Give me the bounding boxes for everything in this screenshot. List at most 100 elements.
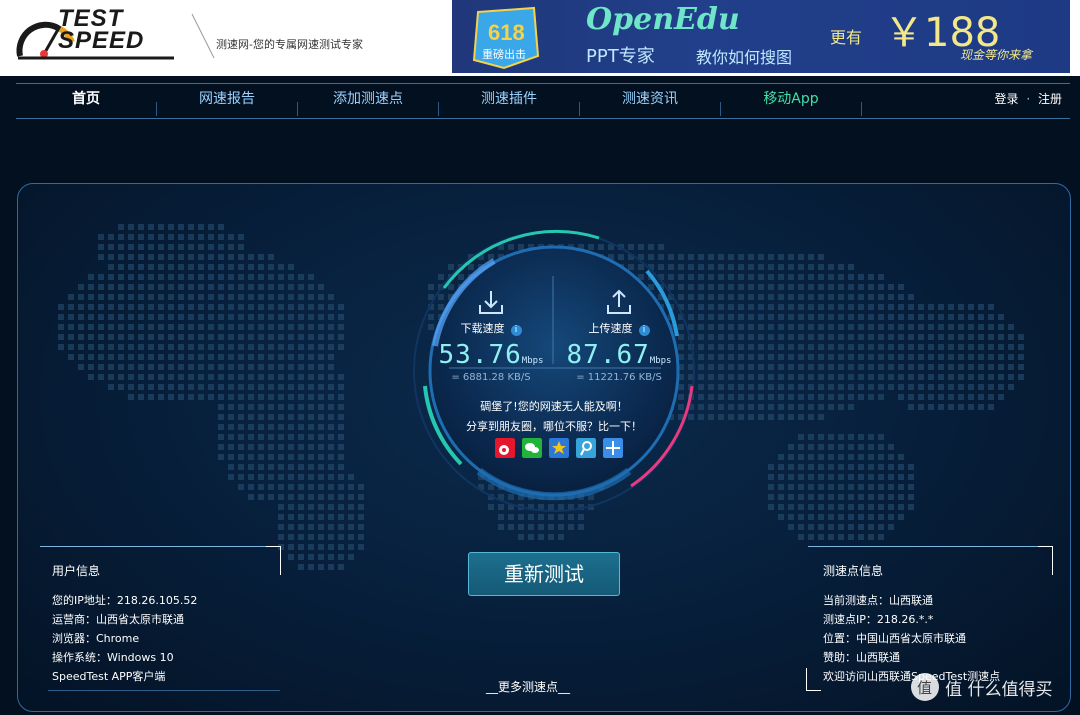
map-dot bbox=[738, 354, 744, 360]
map-dot bbox=[848, 514, 854, 520]
map-dot bbox=[968, 354, 974, 360]
map-dot bbox=[318, 474, 324, 480]
map-dot bbox=[308, 444, 314, 450]
map-dot bbox=[788, 464, 794, 470]
main-nav: 首页 网速报告 添加测速点 测速插件 测速资讯 移动App 登录 · 注册 bbox=[16, 83, 1070, 119]
map-dot bbox=[318, 464, 324, 470]
map-dot bbox=[988, 324, 994, 330]
map-dot bbox=[188, 284, 194, 290]
map-dot bbox=[888, 504, 894, 510]
map-dot bbox=[838, 324, 844, 330]
map-dot bbox=[978, 314, 984, 320]
weibo-icon[interactable] bbox=[495, 438, 515, 458]
map-dot bbox=[198, 284, 204, 290]
map-dot bbox=[798, 364, 804, 370]
map-dot bbox=[248, 444, 254, 450]
info-icon[interactable]: i bbox=[510, 325, 522, 336]
map-dot bbox=[308, 394, 314, 400]
map-dot bbox=[158, 264, 164, 270]
slogan: 测速网-您的专属网速测试专家 bbox=[216, 38, 363, 51]
map-dot bbox=[268, 314, 274, 320]
map-dot bbox=[108, 244, 114, 250]
map-dot bbox=[308, 314, 314, 320]
map-dot bbox=[338, 374, 344, 380]
map-dot bbox=[228, 374, 234, 380]
map-dot bbox=[908, 294, 914, 300]
nav-home[interactable]: 首页 bbox=[16, 84, 156, 118]
more-nodes-link[interactable]: __更多测速点__ bbox=[486, 678, 570, 695]
map-dot bbox=[218, 364, 224, 370]
map-dot bbox=[98, 294, 104, 300]
map-dot bbox=[268, 304, 274, 310]
map-dot bbox=[898, 504, 904, 510]
map-dot bbox=[718, 254, 724, 260]
map-dot bbox=[188, 364, 194, 370]
map-dot bbox=[838, 444, 844, 450]
map-dot bbox=[738, 414, 744, 420]
tencent-weibo-icon[interactable] bbox=[576, 438, 596, 458]
map-dot bbox=[138, 294, 144, 300]
map-dot bbox=[318, 454, 324, 460]
nav-mobile-app[interactable]: 移动App bbox=[721, 84, 861, 118]
upload-icon bbox=[607, 289, 631, 314]
nav-news[interactable]: 测速资讯 bbox=[580, 84, 720, 118]
logo-line2: SPEED bbox=[58, 27, 145, 54]
speed-panel: 下载速度 i 53.76Mbps = 6881.28 KB/S 上传速度 i 87.… bbox=[17, 183, 1071, 712]
login-link[interactable]: 登录 bbox=[994, 92, 1018, 106]
info-row: 当前测速点：山西联通 bbox=[823, 591, 1000, 610]
map-dot bbox=[128, 344, 134, 350]
map-dot bbox=[968, 334, 974, 340]
register-link[interactable]: 注册 bbox=[1038, 92, 1062, 106]
map-dot bbox=[858, 314, 864, 320]
map-dot bbox=[268, 494, 274, 500]
map-dot bbox=[228, 314, 234, 320]
more-share-icon[interactable] bbox=[603, 438, 623, 458]
map-dot bbox=[888, 374, 894, 380]
map-dot bbox=[268, 364, 274, 370]
map-dot bbox=[328, 424, 334, 430]
map-dot bbox=[198, 374, 204, 380]
map-dot bbox=[818, 434, 824, 440]
map-dot bbox=[778, 254, 784, 260]
ad-banner[interactable]: 618 重磅出击 OpenEdu PPT专家 教你如何搜图 更有 ￥188 现金… bbox=[452, 0, 1070, 73]
map-dot bbox=[118, 384, 124, 390]
map-dot bbox=[148, 314, 154, 320]
nav-add-node[interactable]: 添加测速点 bbox=[298, 84, 438, 118]
map-dot bbox=[748, 254, 754, 260]
map-dot bbox=[128, 384, 134, 390]
map-dot bbox=[298, 404, 304, 410]
map-dot bbox=[798, 454, 804, 460]
map-dot bbox=[768, 414, 774, 420]
map-dot bbox=[788, 414, 794, 420]
map-dot bbox=[788, 394, 794, 400]
nav-report[interactable]: 网速报告 bbox=[157, 84, 297, 118]
map-dot bbox=[988, 394, 994, 400]
map-dot bbox=[978, 344, 984, 350]
qzone-icon[interactable] bbox=[549, 438, 569, 458]
map-dot bbox=[278, 294, 284, 300]
map-dot bbox=[338, 384, 344, 390]
map-dot bbox=[348, 504, 354, 510]
map-dot bbox=[818, 314, 824, 320]
map-dot bbox=[298, 314, 304, 320]
map-dot bbox=[188, 394, 194, 400]
map-dot bbox=[558, 534, 564, 540]
map-dot bbox=[928, 314, 934, 320]
map-dot bbox=[218, 444, 224, 450]
map-dot bbox=[788, 314, 794, 320]
map-dot bbox=[208, 334, 214, 340]
map-dot bbox=[738, 284, 744, 290]
map-dot bbox=[98, 324, 104, 330]
map-dot bbox=[108, 384, 114, 390]
map-dot bbox=[958, 384, 964, 390]
map-dot bbox=[238, 324, 244, 330]
map-dot bbox=[838, 294, 844, 300]
map-dot bbox=[278, 524, 284, 530]
retest-button[interactable]: 重新测试 bbox=[468, 552, 620, 596]
map-dot bbox=[838, 504, 844, 510]
wechat-icon[interactable] bbox=[522, 438, 542, 458]
nav-plugin[interactable]: 测速插件 bbox=[439, 84, 579, 118]
app-client-link[interactable]: SpeedTest APP客户端 bbox=[52, 667, 197, 686]
map-dot bbox=[898, 494, 904, 500]
info-icon[interactable]: i bbox=[638, 325, 650, 336]
